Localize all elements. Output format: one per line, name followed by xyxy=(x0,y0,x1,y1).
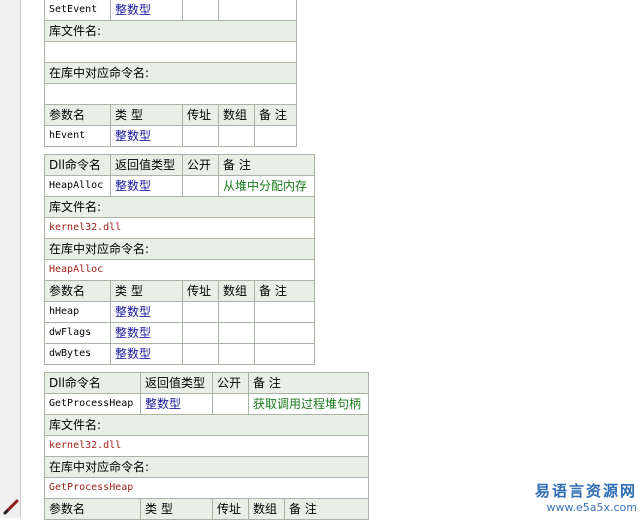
dll-name-header: Dll命令名 xyxy=(44,154,111,176)
public-header: 公开 xyxy=(182,154,219,176)
param-note-cell[interactable] xyxy=(254,125,297,147)
array-header: 数组 xyxy=(218,280,255,302)
param-type-header: 类 型 xyxy=(140,498,213,520)
dll-name-cell[interactable]: SetEvent xyxy=(44,0,111,21)
return-type-cell[interactable]: 整数型 xyxy=(110,175,183,197)
lib-file-value[interactable]: kernel32.dll xyxy=(43,217,316,239)
table-row[interactable]: dwBytes 整数型 xyxy=(44,343,316,365)
dll-table-getprocessheap: Dll命令名 返回值类型 公开 备 注 GetProcessHeap 整数型 获… xyxy=(43,372,370,520)
array-header: 数组 xyxy=(248,498,285,520)
dll-name-cell[interactable]: HeapAlloc xyxy=(44,175,111,197)
lib-cmd-value[interactable]: GetProcessHeap xyxy=(43,477,370,499)
param-note-header: 备 注 xyxy=(254,104,297,126)
note-cell[interactable] xyxy=(218,0,297,21)
public-cell[interactable] xyxy=(212,393,249,415)
public-cell[interactable] xyxy=(182,175,219,197)
table-row[interactable]: hEvent 整数型 xyxy=(44,125,297,147)
param-array-cell[interactable] xyxy=(218,301,255,323)
return-type-header: 返回值类型 xyxy=(110,154,183,176)
param-name-cell[interactable]: hHeap xyxy=(44,301,111,323)
param-name-header: 参数名 xyxy=(44,104,111,126)
param-type-header: 类 型 xyxy=(110,280,183,302)
param-type-cell[interactable]: 整数型 xyxy=(110,301,183,323)
public-cell[interactable] xyxy=(182,0,219,21)
dll-name-cell[interactable]: GetProcessHeap xyxy=(44,393,141,415)
table-row[interactable]: hHeap 整数型 xyxy=(44,301,316,323)
param-type-cell[interactable]: 整数型 xyxy=(110,125,183,147)
param-array-cell[interactable] xyxy=(218,125,255,147)
lib-file-label: 库文件名: xyxy=(43,414,370,436)
lib-cmd-label: 在库中对应命令名: xyxy=(44,62,297,84)
pencil-icon xyxy=(3,499,19,515)
return-type-cell[interactable]: 整数型 xyxy=(140,393,213,415)
watermark: 易语言资源网 www.e5a5x.com xyxy=(535,480,637,514)
watermark-title: 易语言资源网 xyxy=(534,482,637,500)
lib-file-value[interactable] xyxy=(44,41,297,63)
lib-cmd-label: 在库中对应命令名: xyxy=(43,456,370,478)
dll-name-header: Dll命令名 xyxy=(44,372,141,394)
dll-table-heapalloc: Dll命令名 返回值类型 公开 备 注 HeapAlloc 整数型 从堆中分配内… xyxy=(43,154,316,365)
param-name-cell[interactable]: dwFlags xyxy=(44,322,111,344)
param-byref-cell[interactable] xyxy=(182,301,219,323)
lib-cmd-value[interactable] xyxy=(44,83,297,105)
note-header: 备 注 xyxy=(247,372,370,394)
param-name-header: 参数名 xyxy=(44,498,141,520)
lib-cmd-value[interactable]: HeapAlloc xyxy=(43,259,316,281)
param-note-cell[interactable] xyxy=(253,343,316,365)
param-note-cell[interactable] xyxy=(253,322,316,344)
return-type-header: 返回值类型 xyxy=(140,372,213,394)
param-type-cell[interactable]: 整数型 xyxy=(110,343,183,365)
param-byref-cell[interactable] xyxy=(182,343,219,365)
param-array-cell[interactable] xyxy=(218,343,255,365)
byref-header: 传址 xyxy=(212,498,249,520)
note-cell[interactable]: 获取调用过程堆句柄 xyxy=(247,393,370,415)
table-row[interactable]: dwFlags 整数型 xyxy=(44,322,316,344)
editor-gutter xyxy=(0,0,21,518)
param-byref-cell[interactable] xyxy=(182,322,219,344)
lib-file-label: 库文件名: xyxy=(43,196,316,218)
param-name-cell[interactable]: dwBytes xyxy=(44,343,111,365)
param-name-header: 参数名 xyxy=(44,280,111,302)
note-cell[interactable]: 从堆中分配内存 xyxy=(217,175,316,197)
param-type-cell[interactable]: 整数型 xyxy=(110,322,183,344)
byref-header: 传址 xyxy=(182,104,219,126)
byref-header: 传址 xyxy=(182,280,219,302)
lib-file-label: 库文件名: xyxy=(44,20,297,42)
public-header: 公开 xyxy=(212,372,249,394)
param-note-header: 备 注 xyxy=(253,280,316,302)
note-header: 备 注 xyxy=(217,154,316,176)
return-type-cell[interactable]: 整数型 xyxy=(110,0,183,21)
watermark-url: www.e5a5x.com xyxy=(546,501,637,514)
lib-file-value[interactable]: kernel32.dll xyxy=(43,435,370,457)
param-name-cell[interactable]: hEvent xyxy=(44,125,111,147)
param-type-header: 类 型 xyxy=(110,104,183,126)
param-byref-cell[interactable] xyxy=(182,125,219,147)
param-array-cell[interactable] xyxy=(218,322,255,344)
param-note-cell[interactable] xyxy=(253,301,316,323)
array-header: 数组 xyxy=(218,104,255,126)
param-note-header: 备 注 xyxy=(283,498,370,520)
dll-table-setevent: SetEvent 整数型 库文件名: 在库中对应命令名: 参数名 类 型 传址 … xyxy=(44,0,297,147)
lib-cmd-label: 在库中对应命令名: xyxy=(43,238,316,260)
